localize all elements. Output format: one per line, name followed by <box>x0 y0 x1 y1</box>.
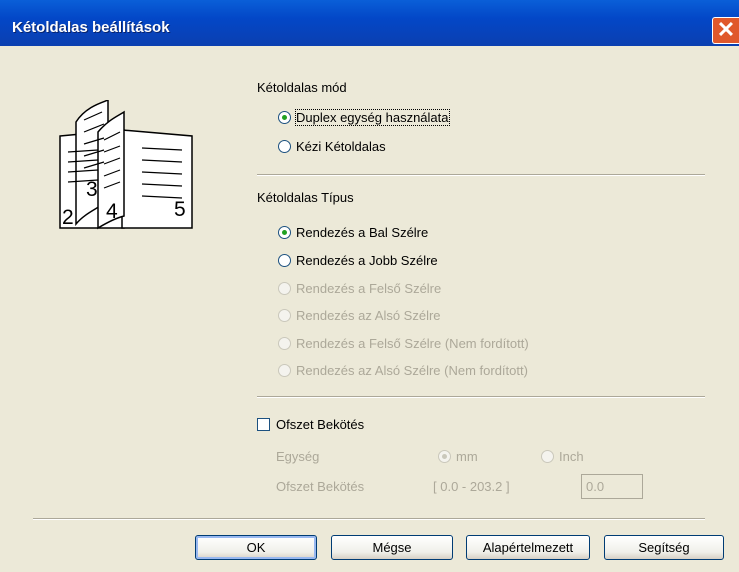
title-bar: Kétoldalas beállítások ✕ <box>0 0 739 46</box>
duplex-booklet-illustration: 3 2 4 5 <box>59 100 193 230</box>
radio-bind-top-no-reverse-label: Rendezés a Felső Szélre (Nem fordított) <box>296 336 529 351</box>
radio-duplex-unit[interactable] <box>278 111 291 124</box>
radio-bind-top <box>278 282 291 295</box>
page-number-5: 5 <box>174 198 186 221</box>
radio-bind-left-label[interactable]: Rendezés a Bal Szélre <box>296 225 428 240</box>
separator <box>257 174 705 176</box>
default-button[interactable]: Alapértelmezett <box>466 535 590 560</box>
radio-manual-duplex[interactable] <box>278 140 291 153</box>
radio-duplex-unit-label[interactable]: Duplex egység használata <box>295 109 450 126</box>
radio-bind-bottom-no-reverse-label: Rendezés az Alsó Szélre (Nem fordított) <box>296 363 528 378</box>
offset-range: [ 0.0 - 203.2 ] <box>433 479 510 494</box>
duplex-mode-label: Kétoldalas mód <box>257 80 347 95</box>
duplex-type-label: Kétoldalas Típus <box>257 190 354 205</box>
radio-unit-inch-label: Inch <box>559 449 584 464</box>
page-number-3: 3 <box>86 178 98 201</box>
unit-label: Egység <box>276 449 320 464</box>
radio-manual-duplex-label[interactable]: Kézi Kétoldalas <box>296 139 386 154</box>
radio-bind-bottom <box>278 309 291 322</box>
radio-bind-bottom-label: Rendezés az Alsó Szélre <box>296 308 441 323</box>
radio-bind-right-label[interactable]: Rendezés a Jobb Szélre <box>296 253 438 268</box>
window-title: Kétoldalas beállítások <box>12 19 170 36</box>
cancel-button[interactable]: Mégse <box>331 535 453 560</box>
ok-button[interactable]: OK <box>195 535 317 560</box>
radio-bind-top-no-reverse <box>278 337 291 350</box>
radio-unit-mm <box>438 450 451 463</box>
separator <box>257 396 705 398</box>
help-button[interactable]: Segítség <box>604 535 724 560</box>
radio-bind-top-label: Rendezés a Felső Szélre <box>296 281 442 296</box>
radio-unit-inch <box>541 450 554 463</box>
offset-binding-label[interactable]: Ofszet Bekötés <box>276 417 364 432</box>
offset-value-input: 0.0 <box>581 474 643 499</box>
page-number-2: 2 <box>62 206 74 229</box>
page-number-4: 4 <box>106 200 118 223</box>
offset-value-label: Ofszet Bekötés <box>276 479 365 494</box>
offset-binding-checkbox[interactable] <box>257 418 270 431</box>
radio-bind-right[interactable] <box>278 254 291 267</box>
radio-bind-bottom-no-reverse <box>278 364 291 377</box>
close-icon[interactable]: ✕ <box>712 17 739 44</box>
separator <box>33 518 705 520</box>
radio-unit-mm-label: mm <box>456 449 478 464</box>
radio-bind-left[interactable] <box>278 226 291 239</box>
